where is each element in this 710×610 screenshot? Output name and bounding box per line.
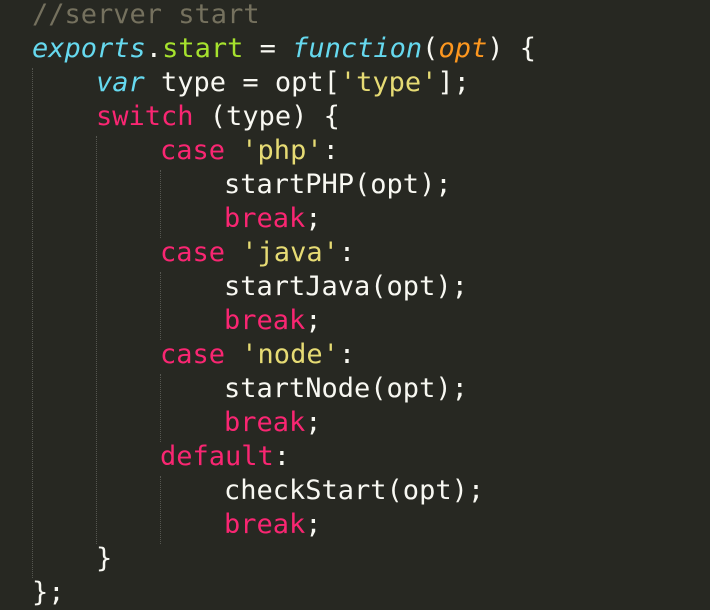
- code-line-14[interactable]: default:: [160, 440, 290, 474]
- code-editor[interactable]: //server start exports.start = function(…: [0, 0, 710, 608]
- indent-guide: [160, 170, 161, 238]
- code-line-9[interactable]: startJava(opt);: [224, 270, 468, 304]
- code-token-keyword: break: [224, 203, 306, 234]
- code-token-plain: ;: [305, 509, 322, 540]
- code-token-plain: :: [322, 135, 339, 166]
- code-token-plain: :: [338, 237, 356, 268]
- code-token-plain: ;: [305, 407, 322, 438]
- code-token-plain: type = opt[: [144, 67, 340, 98]
- code-token-func: start: [162, 33, 244, 64]
- code-token-plain: :: [273, 441, 291, 472]
- indent-guide: [160, 272, 161, 340]
- code-line-13[interactable]: break;: [224, 406, 322, 440]
- code-token-plain: (type) {: [193, 101, 340, 132]
- indent-guide: [32, 68, 33, 578]
- code-line-18[interactable]: };: [32, 576, 65, 610]
- code-token-keyword: break: [224, 509, 306, 540]
- code-token-plain: startPHP(opt);: [224, 169, 452, 200]
- code-token-keyword: break: [224, 407, 306, 438]
- code-token-plain: startNode(opt);: [224, 373, 468, 404]
- code-token-plain: startJava(opt);: [224, 271, 468, 302]
- code-token-plain: (: [422, 33, 439, 64]
- code-token-plain: ];: [437, 67, 470, 98]
- code-token-storage: var: [96, 67, 145, 98]
- code-line-11[interactable]: case 'node':: [160, 338, 355, 372]
- code-line-17[interactable]: }: [96, 542, 112, 576]
- code-line-3[interactable]: var type = opt['type'];: [96, 66, 470, 100]
- code-token-plain: ;: [305, 305, 322, 336]
- code-token-string: 'php': [241, 135, 323, 166]
- code-token-plain: checkStart(opt);: [224, 475, 485, 506]
- code-token-param: opt: [438, 33, 488, 64]
- code-line-2[interactable]: exports.start = function(opt) {: [32, 32, 536, 66]
- code-line-7[interactable]: break;: [224, 202, 322, 236]
- code-token-plain: ) {: [487, 33, 536, 64]
- code-line-4[interactable]: switch (type) {: [96, 100, 340, 134]
- code-line-15[interactable]: checkStart(opt);: [224, 474, 484, 508]
- code-token-storage: function: [292, 33, 423, 64]
- code-token-keyword: case: [160, 237, 226, 268]
- code-token-comment: //server start: [32, 0, 260, 30]
- code-token-keyword: switch: [96, 101, 194, 132]
- code-token-plain: =: [243, 33, 293, 64]
- indent-guide: [160, 476, 161, 544]
- code-token-plain: ;: [305, 203, 322, 234]
- code-line-10[interactable]: break;: [224, 304, 322, 338]
- code-token-string: 'type': [339, 67, 438, 98]
- code-line-6[interactable]: startPHP(opt);: [224, 168, 452, 202]
- code-token-plain: .: [145, 33, 163, 64]
- indent-guide: [160, 374, 161, 442]
- code-token-string: 'node': [241, 339, 339, 370]
- code-token-keyword: case: [160, 135, 226, 166]
- code-token-keyword: break: [224, 305, 306, 336]
- code-token-storage: exports: [32, 33, 146, 64]
- code-token-string: 'java': [241, 237, 339, 268]
- code-line-5[interactable]: case 'php':: [160, 134, 339, 168]
- code-line-1[interactable]: //server start: [32, 0, 260, 32]
- code-line-16[interactable]: break;: [224, 508, 322, 542]
- code-token-plain: }: [96, 543, 113, 574]
- code-token-keyword: case: [160, 339, 226, 370]
- code-line-12[interactable]: startNode(opt);: [224, 372, 468, 406]
- code-line-8[interactable]: case 'java':: [160, 236, 355, 270]
- code-token-keyword: default: [160, 441, 274, 472]
- code-token-plain: };: [32, 577, 65, 608]
- indent-guide: [96, 136, 97, 544]
- code-token-plain: :: [338, 339, 356, 370]
